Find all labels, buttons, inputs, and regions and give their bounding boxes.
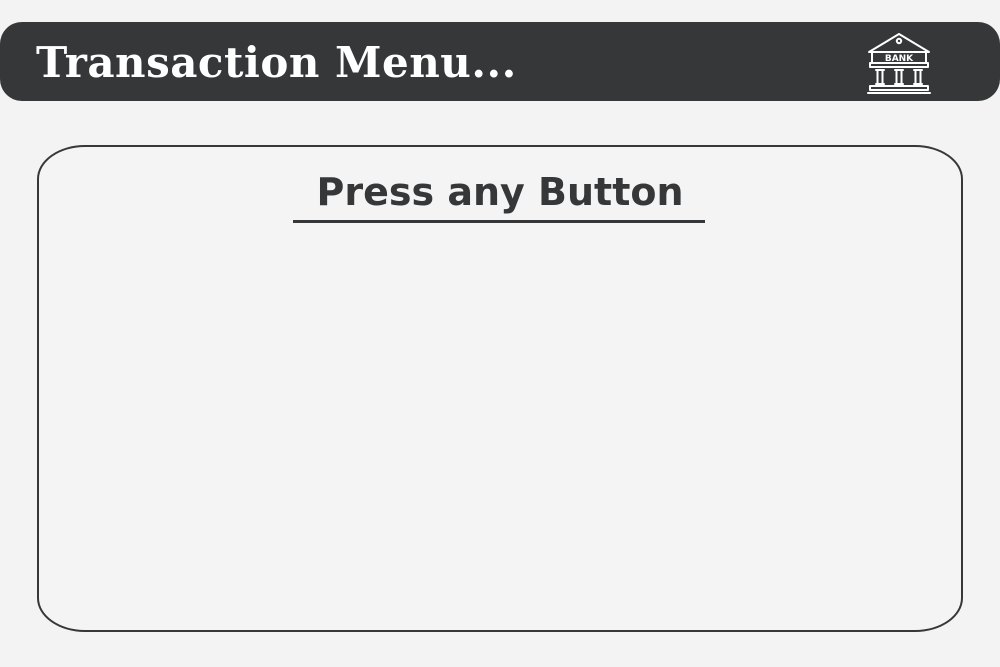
page-title: Transaction Menu...: [36, 38, 517, 87]
transaction-menu-panel: Press any Button: [37, 145, 963, 632]
panel-heading: Press any Button: [316, 170, 684, 214]
heading-underline: [293, 220, 705, 223]
header-bar: Transaction Menu... BANK: [0, 22, 1000, 101]
bank-building-icon: BANK: [867, 33, 931, 94]
